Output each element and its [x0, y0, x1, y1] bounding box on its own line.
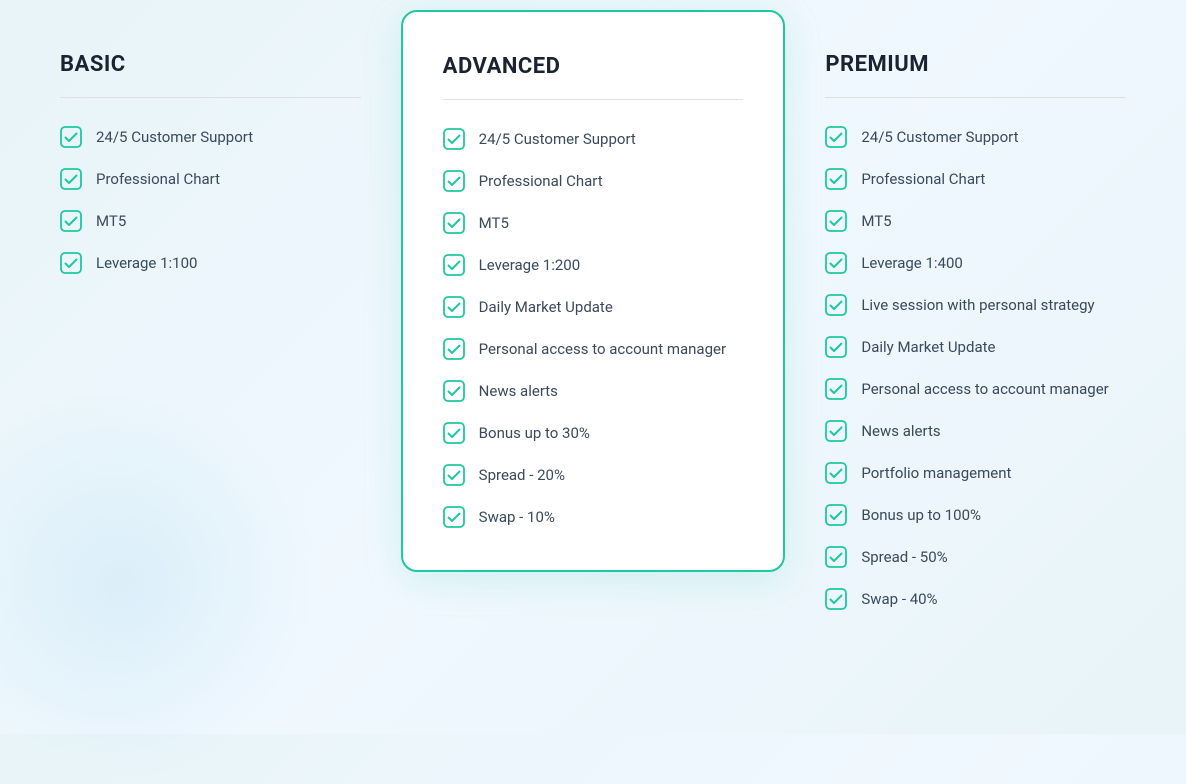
feature-text: Portfolio management [861, 464, 1011, 482]
list-item: Spread - 50% [825, 546, 1126, 568]
feature-text: Daily Market Update [861, 338, 995, 356]
check-icon [60, 168, 82, 190]
list-item: Daily Market Update [825, 336, 1126, 358]
list-item: 24/5 Customer Support [825, 126, 1126, 148]
list-item: 24/5 Customer Support [60, 126, 361, 148]
feature-text: Spread - 50% [861, 548, 947, 566]
plan-card-advanced: ADVANCED 24/5 Customer Support Professio… [401, 10, 786, 572]
check-icon [60, 210, 82, 232]
check-icon [825, 252, 847, 274]
feature-text: Professional Chart [96, 170, 220, 188]
feature-text: Daily Market Update [479, 298, 613, 316]
feature-text: 24/5 Customer Support [96, 128, 253, 146]
check-icon [825, 294, 847, 316]
check-icon [443, 380, 465, 402]
feature-list-premium: 24/5 Customer Support Professional Chart… [825, 126, 1126, 610]
plan-title-advanced: ADVANCED [443, 54, 744, 79]
check-icon [825, 126, 847, 148]
list-item: Leverage 1:400 [825, 252, 1126, 274]
check-icon [825, 504, 847, 526]
plan-card-basic: BASIC 24/5 Customer Support Professional… [20, 20, 401, 306]
list-item: Professional Chart [60, 168, 361, 190]
list-item: Live session with personal strategy [825, 294, 1126, 316]
plan-title-premium: PREMIUM [825, 52, 1126, 77]
list-item: Personal access to account manager [443, 338, 744, 360]
list-item: Personal access to account manager [825, 378, 1126, 400]
check-icon [825, 462, 847, 484]
feature-text: Spread - 20% [479, 466, 565, 484]
check-icon [60, 126, 82, 148]
feature-text: Leverage 1:100 [96, 254, 197, 272]
feature-text: Professional Chart [479, 172, 603, 190]
check-icon [443, 422, 465, 444]
plan-divider-premium [825, 97, 1126, 98]
list-item: Bonus up to 100% [825, 504, 1126, 526]
feature-text: Leverage 1:400 [861, 254, 962, 272]
feature-text: Bonus up to 100% [861, 506, 981, 524]
list-item: Swap - 10% [443, 506, 744, 528]
check-icon [443, 296, 465, 318]
check-icon [825, 546, 847, 568]
list-item: MT5 [60, 210, 361, 232]
feature-text: 24/5 Customer Support [479, 130, 636, 148]
feature-text: Swap - 40% [861, 590, 937, 608]
check-icon [443, 170, 465, 192]
list-item: Professional Chart [443, 170, 744, 192]
list-item: Bonus up to 30% [443, 422, 744, 444]
list-item: Leverage 1:200 [443, 254, 744, 276]
plan-card-premium: PREMIUM 24/5 Customer Support Profession… [785, 20, 1166, 642]
list-item: News alerts [443, 380, 744, 402]
feature-list-basic: 24/5 Customer Support Professional Chart… [60, 126, 361, 274]
plan-title-basic: BASIC [60, 52, 361, 77]
feature-text: Bonus up to 30% [479, 424, 590, 442]
feature-text: Leverage 1:200 [479, 256, 580, 274]
check-icon [443, 338, 465, 360]
list-item: News alerts [825, 420, 1126, 442]
feature-text: Personal access to account manager [479, 340, 726, 358]
list-item: Daily Market Update [443, 296, 744, 318]
list-item: Portfolio management [825, 462, 1126, 484]
feature-text: Professional Chart [861, 170, 985, 188]
check-icon [825, 210, 847, 232]
check-icon [443, 254, 465, 276]
check-icon [443, 506, 465, 528]
check-icon [825, 378, 847, 400]
plan-divider-advanced [443, 99, 744, 100]
list-item: Swap - 40% [825, 588, 1126, 610]
feature-text: News alerts [861, 422, 940, 440]
list-item: Professional Chart [825, 168, 1126, 190]
feature-text: Personal access to account manager [861, 380, 1108, 398]
list-item: MT5 [825, 210, 1126, 232]
feature-text: MT5 [479, 214, 509, 232]
feature-text: Swap - 10% [479, 508, 555, 526]
feature-text: 24/5 Customer Support [861, 128, 1018, 146]
list-item: MT5 [443, 212, 744, 234]
feature-text: Live session with personal strategy [861, 296, 1094, 314]
feature-text: MT5 [96, 212, 126, 230]
check-icon [443, 464, 465, 486]
list-item: Spread - 20% [443, 464, 744, 486]
check-icon [825, 420, 847, 442]
check-icon [60, 252, 82, 274]
feature-list-advanced: 24/5 Customer Support Professional Chart… [443, 128, 744, 528]
feature-text: MT5 [861, 212, 891, 230]
list-item: Leverage 1:100 [60, 252, 361, 274]
check-icon [825, 168, 847, 190]
list-item: 24/5 Customer Support [443, 128, 744, 150]
check-icon [443, 212, 465, 234]
pricing-container: BASIC 24/5 Customer Support Professional… [20, 20, 1166, 642]
check-icon [443, 128, 465, 150]
plan-divider-basic [60, 97, 361, 98]
check-icon [825, 588, 847, 610]
check-icon [825, 336, 847, 358]
feature-text: News alerts [479, 382, 558, 400]
